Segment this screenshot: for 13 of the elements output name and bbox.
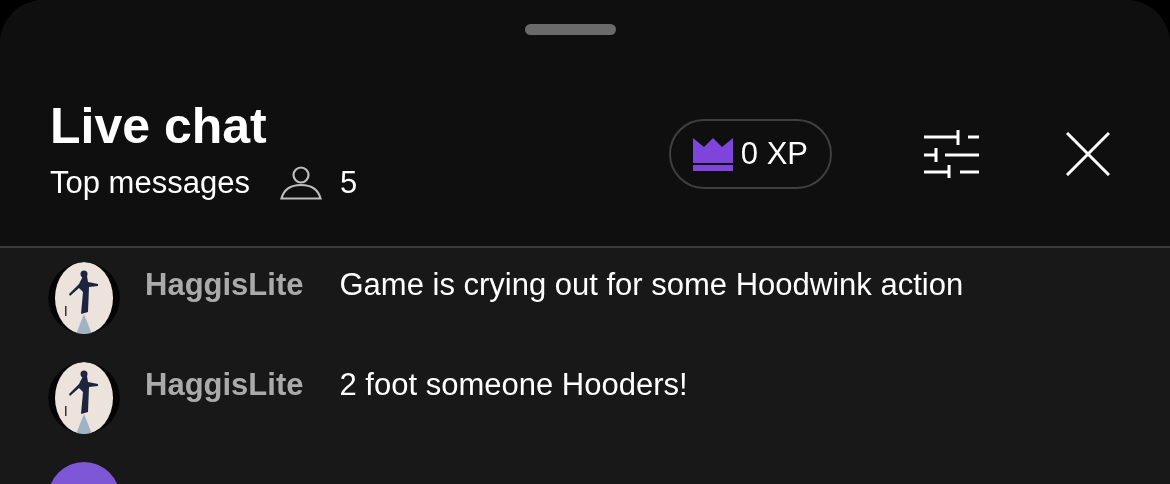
chat-title: Live chat [50,97,268,156]
message-text: Game is crying out for some Hoodwink action [339,267,964,302]
author-name[interactable]: HaggisLite [145,367,304,402]
person-icon [279,166,322,201]
author-name[interactable]: HaggisLite [145,267,304,302]
drag-handle[interactable] [525,24,616,35]
chat-mode-label[interactable]: Top messages [50,160,250,207]
close-icon[interactable] [1066,132,1110,177]
settings-sliders-icon[interactable] [924,130,980,179]
message-text: 2 foot someone Hooders! [339,367,688,402]
crown-icon [692,137,733,171]
xp-button[interactable]: 0 XP [668,119,832,190]
viewer-count: 5 [339,164,358,202]
